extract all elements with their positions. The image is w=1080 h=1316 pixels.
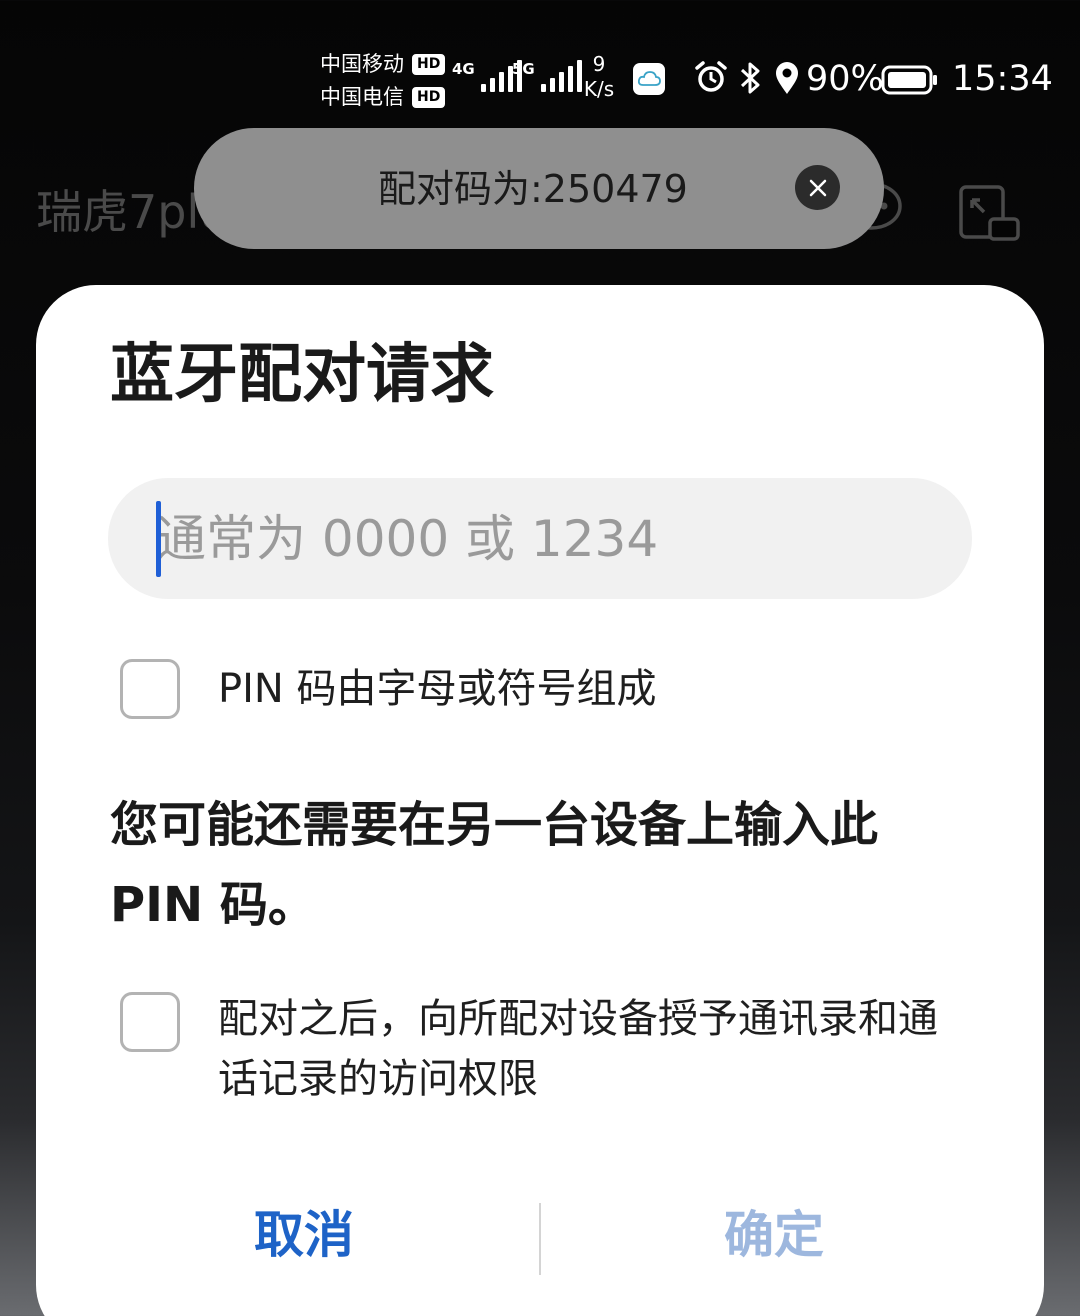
carrier-2-name: 中国电信	[320, 85, 404, 109]
button-divider	[539, 1203, 541, 1275]
text-cursor	[156, 501, 161, 577]
clock: 15:34	[952, 59, 1053, 99]
network-speed: 9 K/s	[580, 52, 618, 102]
network-type-label: 4G	[452, 60, 475, 78]
pairing-code-text: 配对码为:250479	[378, 167, 688, 211]
network-speed-unit: K/s	[583, 77, 615, 101]
cancel-button[interactable]: 取消	[84, 1190, 524, 1280]
alnum-pin-option[interactable]: PIN 码由字母或符号组成	[120, 659, 657, 719]
cast-icon[interactable]	[958, 184, 1022, 242]
battery-icon	[881, 65, 937, 95]
status-bar: 中国移动 HD 中国电信 HD 4G 5G 9 K/s 90% 15:34	[0, 0, 1080, 120]
confirm-button[interactable]: 确定	[554, 1190, 994, 1280]
pin-info-text: 您可能还需要在另一台设备上输入此 PIN 码。	[110, 797, 879, 933]
location-icon	[776, 62, 798, 94]
battery-percentage: 90%	[806, 59, 884, 99]
toast-close-button[interactable]	[795, 165, 840, 210]
contacts-access-label: 配对之后，向所配对设备授予通讯录和通话记录的访问权限	[218, 996, 938, 1102]
carrier-info: 中国移动 HD 中国电信 HD	[320, 48, 446, 114]
close-icon	[809, 179, 826, 196]
hd-badge: HD	[412, 87, 446, 108]
network-type-label: 5G	[512, 60, 535, 78]
carrier-1-name: 中国移动	[320, 52, 404, 76]
cloud-app-icon	[633, 63, 665, 95]
alnum-pin-label: PIN 码由字母或符号组成	[218, 666, 657, 712]
hd-badge: HD	[412, 54, 446, 75]
pairing-code-toast: 配对码为:250479	[194, 128, 884, 249]
alarm-icon	[695, 61, 727, 92]
bluetooth-pairing-dialog: 蓝牙配对请求 PIN 码由字母或符号组成 您可能还需要在另一台设备上输入此 PI…	[36, 285, 1044, 1316]
network-speed-value: 9	[592, 52, 606, 76]
contacts-access-checkbox[interactable]	[120, 992, 180, 1052]
pin-input[interactable]	[108, 478, 972, 599]
alnum-pin-checkbox[interactable]	[120, 659, 180, 719]
signal-strength-5g-icon: 5G	[512, 60, 582, 92]
bluetooth-icon	[740, 62, 760, 94]
dialog-title: 蓝牙配对请求	[110, 338, 494, 412]
contacts-access-option[interactable]: 配对之后，向所配对设备授予通讯录和通话记录的访问权限	[120, 992, 958, 1109]
